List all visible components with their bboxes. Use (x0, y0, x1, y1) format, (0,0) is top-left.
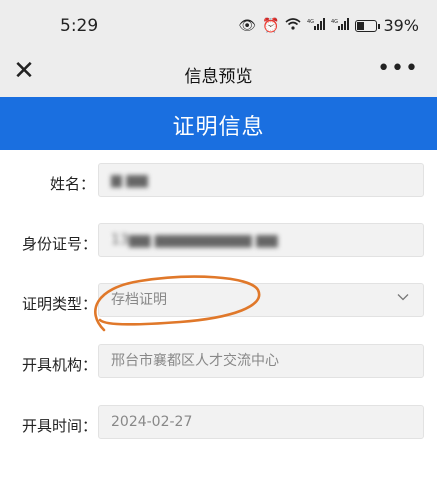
form-row-name: 姓名： ▆ ▆▆ (0, 163, 437, 205)
svg-text:4G: 4G (307, 19, 314, 25)
form-row-issue-time: 开具时间： 2024-02-27 (0, 405, 437, 447)
nav-title: 信息预览 (184, 67, 253, 87)
id-number-field[interactable]: 13▆▆ ▆▆▆▆▆▆▆▆▆ ▆▆ (98, 223, 424, 257)
nav-bar: ✕ 信息预览 ••• (0, 50, 437, 97)
battery-percent: 39% (383, 16, 419, 35)
status-time: 5:29 (60, 16, 99, 36)
form-row-issuer: 开具机构： 邢台市襄都区人才交流中心 (0, 344, 437, 386)
name-label: 姓名： (50, 175, 96, 193)
issue-time-field[interactable]: 2024-02-27 (98, 405, 424, 439)
name-value: ▆ ▆▆ (111, 172, 148, 188)
more-icon[interactable]: ••• (377, 56, 419, 81)
form-row-cert-type: 证明类型： 存档证明 (0, 283, 437, 325)
header-banner: 证明信息 (0, 97, 437, 150)
id-number-label: 身份证号： (22, 235, 98, 253)
issuer-label: 开具机构： (22, 356, 98, 374)
cert-type-value: 存档证明 (111, 292, 167, 308)
issue-time-label: 开具时间： (22, 417, 98, 435)
name-field[interactable]: ▆ ▆▆ (98, 163, 424, 197)
page-title: 证明信息 (172, 115, 265, 140)
id-number-value: 13▆▆ ▆▆▆▆▆▆▆▆▆ ▆▆ (111, 232, 278, 248)
battery-icon (355, 19, 381, 32)
form-row-id-number: 身份证号： 13▆▆ ▆▆▆▆▆▆▆▆▆ ▆▆ (0, 223, 437, 265)
wifi-icon (285, 17, 301, 34)
issuer-field[interactable]: 邢台市襄都区人才交流中心 (98, 344, 424, 378)
eye-icon: 👁 (238, 17, 256, 34)
alarm-icon: ⏰ (262, 17, 280, 34)
issuer-value: 邢台市襄都区人才交流中心 (111, 353, 279, 369)
signal-4g-icon: 4G (331, 17, 350, 34)
cert-type-label: 证明类型： (22, 295, 98, 313)
chevron-down-icon (397, 291, 409, 303)
cert-type-select[interactable]: 存档证明 (98, 283, 424, 317)
status-bar: 5:29 👁 ⏰ 4G 4G 39% (0, 0, 437, 50)
issue-time-value: 2024-02-27 (111, 414, 193, 430)
svg-text:4G: 4G (331, 19, 338, 25)
signal-4g-icon: 4G (307, 17, 326, 34)
status-icons: 👁 ⏰ 4G 4G 39% (238, 16, 419, 35)
